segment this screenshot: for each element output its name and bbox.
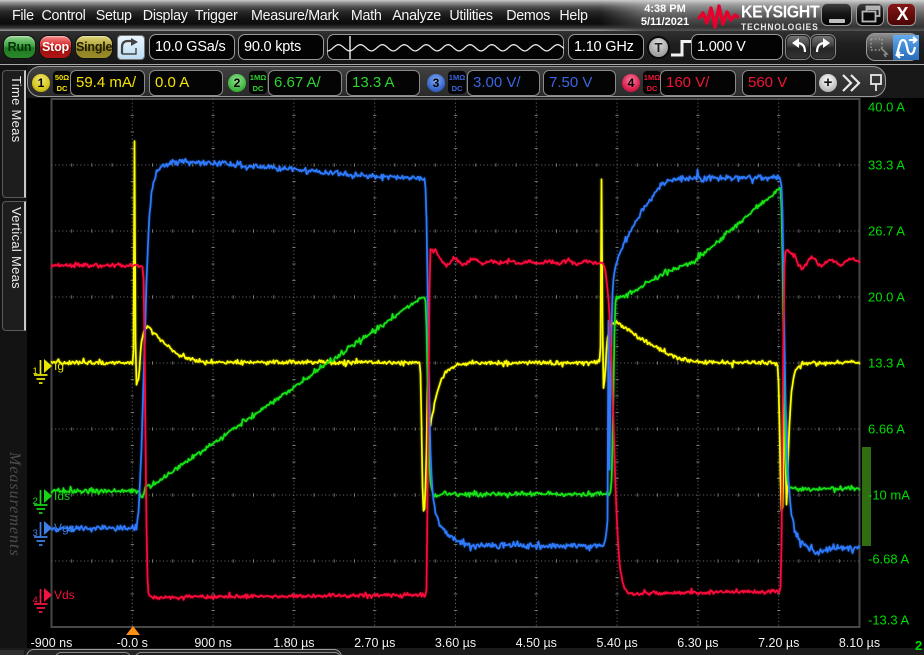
svg-text:2: 2 [915,638,922,653]
svg-text:Vgs: Vgs [54,521,75,535]
svg-text:2.70 µs: 2.70 µs [354,636,395,650]
svg-text:2: 2 [33,496,38,507]
svg-text:4: 4 [33,595,38,606]
svg-text:8.10 µs: 8.10 µs [839,636,880,650]
svg-text:33.3 A: 33.3 A [868,158,905,173]
svg-text:-900 ns: -900 ns [31,636,73,650]
svg-text:3: 3 [33,528,38,539]
svg-text:Vds: Vds [54,588,75,602]
svg-text:5.40 µs: 5.40 µs [596,636,637,650]
svg-text:3.60 µs: 3.60 µs [435,636,476,650]
svg-text:13.3 A: 13.3 A [868,356,905,371]
svg-text:-10 mA: -10 mA [868,488,910,503]
svg-text:Ig: Ig [54,359,64,373]
svg-text:40.0 A: 40.0 A [868,100,905,115]
svg-text:20.0 A: 20.0 A [868,290,905,305]
svg-text:-13.3 A: -13.3 A [868,613,910,628]
svg-text:-6.68 A: -6.68 A [868,552,910,567]
svg-text:1: 1 [33,366,38,377]
svg-text:Ids: Ids [54,489,70,503]
svg-text:6.66 A: 6.66 A [868,422,905,437]
svg-text:6.30 µs: 6.30 µs [677,636,718,650]
svg-text:900 ns: 900 ns [194,636,232,650]
svg-text:1.80 µs: 1.80 µs [273,636,314,650]
svg-text:26.7 A: 26.7 A [868,224,905,239]
svg-text:4.50 µs: 4.50 µs [516,636,557,650]
svg-text:7.20 µs: 7.20 µs [758,636,799,650]
svg-text:-0.0 s: -0.0 s [117,636,148,650]
